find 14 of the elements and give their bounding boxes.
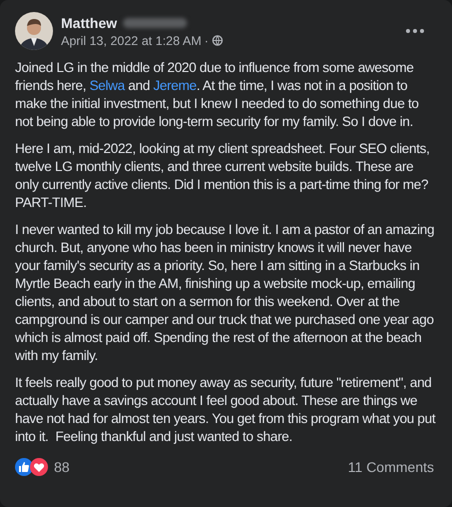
comments-link[interactable]: 11 Comments <box>348 459 434 475</box>
blurred-surname <box>123 18 187 28</box>
author-name[interactable]: Matthew <box>61 14 117 30</box>
post-timestamp[interactable]: April 13, 2022 at 1:28 AM <box>61 34 202 48</box>
mention-link[interactable]: Jereme <box>153 78 196 93</box>
post-paragraph: I never wanted to kill my job because I love it. I am a pastor of an amazing church. But, anyone who has been in ministry knows it will never have your family's security as a priority. So, here I am sitting in a Starbucks in Myrtle Beach early in the AM, finishing up a website mock-up, emailing clients, and about to start on a sermon for this weekend. Over at the campground is our camper and our truck that we purchased one year ago which is almost paid off. Spending the rest of the afternoon at the beach with my family. <box>15 221 436 365</box>
mention-link[interactable]: Selwa <box>89 78 125 93</box>
globe-icon <box>212 35 223 46</box>
post-paragraph: Joined LG in the middle of 2020 due to influence from some awesome friends here, Selwa and Jereme. At the time, I was not in a position to make the initial investment, but I knew I needed to do something due to not being able to provide long-term security for my family. So I dove in. <box>15 59 420 131</box>
post-paragraph: Here I am, mid-2022, looking at my client spreadsheet. Four SEO clients, twelve LG monthly clients, and three current website builds. These are only currently active clients. Did I mention this is a part-time thing for me? PART-TIME. <box>15 140 431 212</box>
post-paragraph: It feels really good to put money away as security, future "retirement", and actually have a savings account I feel good about. These are things we have not had for almost ten years. You get from this program what you put into it. Feeling thankful and just wanted to share. <box>15 374 436 446</box>
separator: · <box>204 34 209 48</box>
avatar[interactable] <box>15 12 53 50</box>
reaction-count[interactable]: 88 <box>54 459 70 475</box>
